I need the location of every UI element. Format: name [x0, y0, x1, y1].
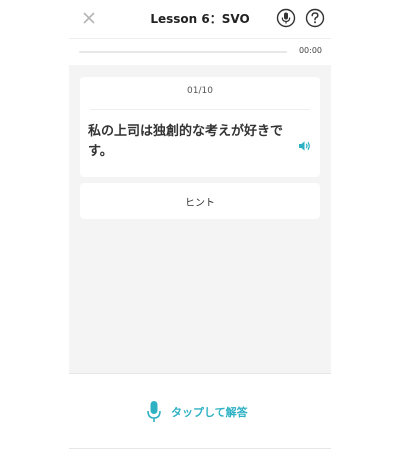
voice-button[interactable] [276, 8, 296, 28]
close-button[interactable] [81, 10, 97, 26]
header: Lesson 6：SVO [69, 0, 331, 39]
lesson-screen: Lesson 6：SVO 00:00 01/10 私の上司は独創的な考えが好きで… [69, 0, 331, 450]
audio-time: 00:00 [298, 46, 322, 55]
tap-to-answer-label: タップして解答 [171, 406, 248, 419]
tap-to-answer-button[interactable]: タップして解答 [139, 398, 261, 426]
question-sentence: 私の上司は独創的な考えが好きです。 [88, 124, 284, 159]
microphone-circle-icon [276, 8, 296, 28]
hint-label: ヒント [185, 198, 215, 209]
bottom-divider [69, 448, 331, 449]
microphone-icon [147, 401, 161, 422]
help-button[interactable] [305, 8, 325, 28]
audio-progress: 00:00 [69, 39, 331, 65]
question-card: 01/10 私の上司は独創的な考えが好きです。 [80, 77, 320, 177]
content-area: 01/10 私の上司は独創的な考えが好きです。 ヒント [69, 65, 331, 374]
close-icon [83, 12, 95, 24]
help-circle-icon [305, 8, 325, 28]
audio-progress-bar[interactable] [79, 51, 287, 53]
hint-button[interactable]: ヒント [80, 183, 320, 219]
speaker-icon [299, 141, 310, 151]
card-divider [90, 109, 310, 110]
question-counter: 01/10 [187, 86, 213, 96]
lesson-title: Lesson 6：SVO [150, 12, 250, 26]
play-audio-button[interactable] [298, 137, 312, 151]
